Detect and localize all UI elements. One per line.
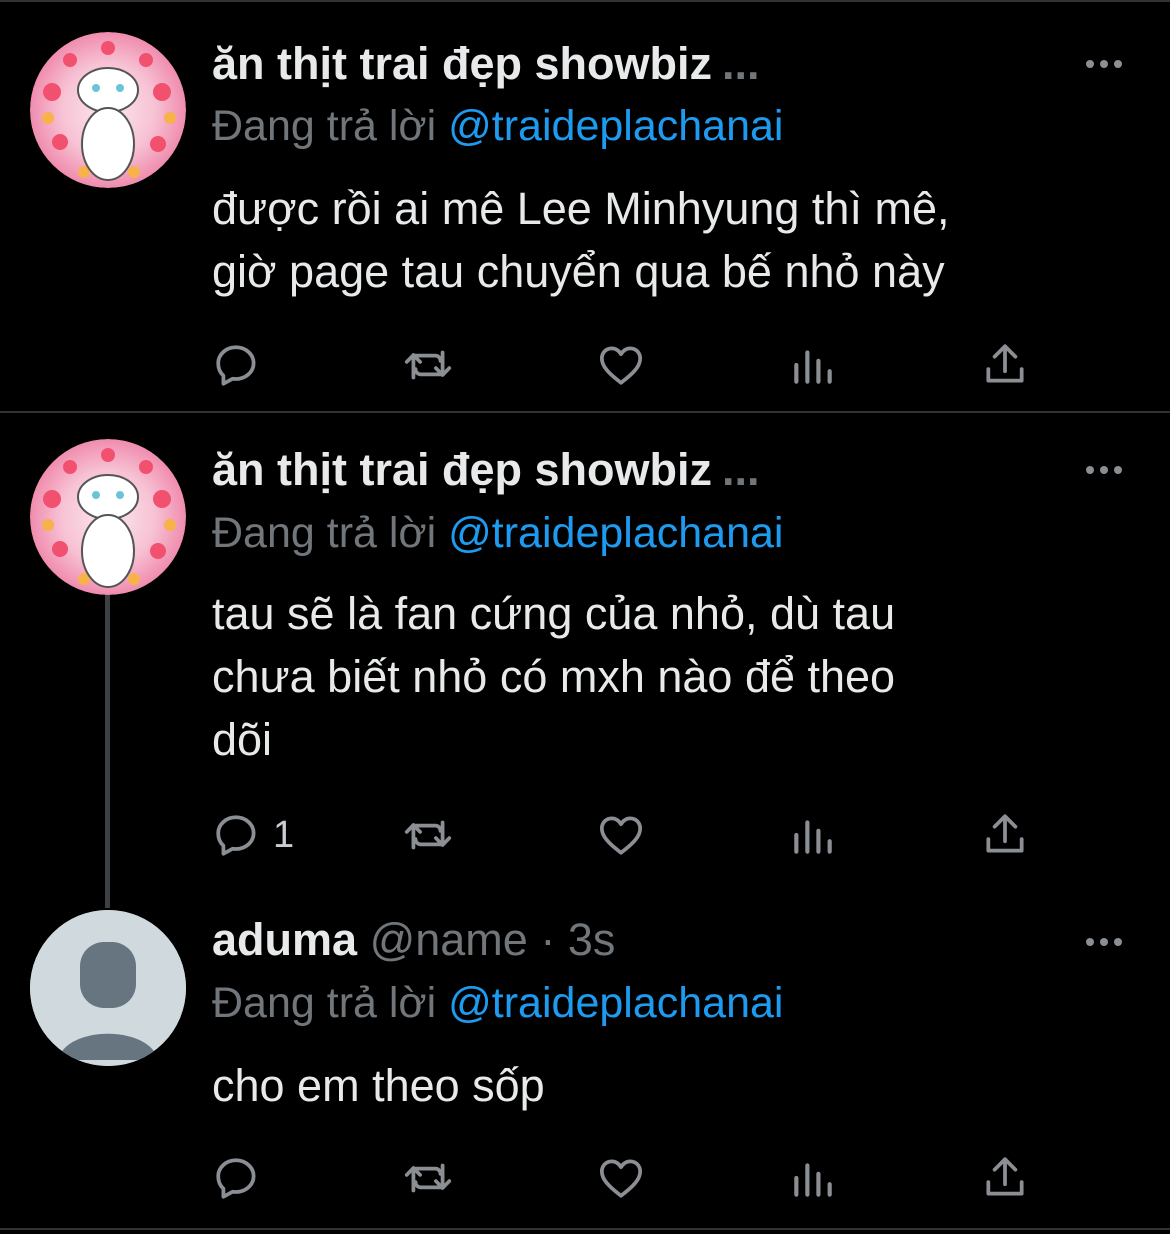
reply-button[interactable] bbox=[213, 1148, 263, 1208]
tweet-text-line: giờ page tau chuyển qua bế nhỏ này bbox=[212, 246, 945, 297]
name-ellipsis: ... bbox=[722, 444, 760, 495]
heart-icon bbox=[599, 1159, 643, 1198]
share-button[interactable] bbox=[980, 805, 1030, 865]
heart-icon bbox=[599, 346, 643, 385]
retweet-button[interactable] bbox=[403, 1148, 453, 1208]
reply-prefix: Đang trả lời bbox=[212, 509, 437, 557]
share-icon bbox=[986, 1157, 1024, 1196]
avatar[interactable] bbox=[30, 439, 186, 595]
reply-mention-link[interactable]: @traideplachanai bbox=[448, 979, 783, 1027]
analytics-button[interactable] bbox=[788, 1148, 838, 1208]
more-icon[interactable] bbox=[1086, 932, 1126, 952]
action-bar bbox=[0, 1148, 1170, 1208]
tweet-3[interactable]: aduma @name · 3s Đang trả lời @traidepla… bbox=[0, 884, 1170, 1228]
tweet-header: ăn thịt trai đẹp showbiz... bbox=[212, 36, 760, 92]
reply-count: 1 bbox=[273, 813, 295, 856]
like-button[interactable] bbox=[596, 805, 646, 865]
tweet-text: cho em theo sốp bbox=[212, 1054, 1132, 1117]
timestamp[interactable]: 3s bbox=[568, 914, 616, 965]
user-handle[interactable]: @name bbox=[370, 914, 528, 965]
avatar[interactable] bbox=[30, 32, 186, 188]
retweet-button[interactable] bbox=[403, 805, 453, 865]
name-ellipsis: ... bbox=[722, 38, 760, 89]
avatar-image bbox=[30, 439, 186, 595]
retweet-icon bbox=[404, 1163, 452, 1193]
reply-prefix: Đang trả lời bbox=[212, 102, 437, 150]
tweet-text-line: dõi bbox=[212, 714, 273, 765]
action-bar: 1 bbox=[0, 805, 1170, 865]
reply-mention-link[interactable]: @traideplachanai bbox=[448, 509, 783, 557]
tweet-text: được rồi ai mê Lee Minhyung thì mê, giờ … bbox=[212, 177, 1132, 303]
analytics-icon bbox=[794, 350, 832, 384]
tweet-text-line: tau sẽ là fan cứng của nhỏ, dù tau bbox=[212, 588, 896, 639]
analytics-icon bbox=[794, 1163, 832, 1197]
heart-icon bbox=[599, 816, 643, 855]
reply-button[interactable]: 1 bbox=[213, 805, 294, 865]
share-button[interactable] bbox=[980, 1148, 1030, 1208]
tweet-text-line: chưa biết nhỏ có mxh nào để theo bbox=[212, 651, 896, 702]
replying-to: Đang trả lời @traideplachanai bbox=[212, 98, 783, 154]
separator: · bbox=[540, 914, 556, 965]
avatar-image bbox=[30, 32, 186, 188]
tweet-header: aduma @name · 3s bbox=[212, 912, 615, 968]
tweet-text: tau sẽ là fan cứng của nhỏ, dù tau chưa … bbox=[212, 582, 1132, 771]
like-button[interactable] bbox=[596, 1148, 646, 1208]
divider bbox=[0, 411, 1170, 413]
more-icon[interactable] bbox=[1086, 54, 1126, 74]
display-name[interactable]: aduma bbox=[212, 914, 357, 965]
reply-mention-link[interactable]: @traideplachanai bbox=[448, 102, 783, 150]
avatar[interactable] bbox=[30, 910, 186, 1066]
display-name[interactable]: ăn thịt trai đẹp showbiz bbox=[212, 38, 712, 89]
action-bar bbox=[0, 335, 1170, 395]
divider bbox=[0, 1228, 1170, 1230]
analytics-button[interactable] bbox=[788, 805, 838, 865]
replying-to: Đang trả lời @traideplachanai bbox=[212, 505, 783, 561]
more-icon[interactable] bbox=[1086, 460, 1126, 480]
tweet-header: ăn thịt trai đẹp showbiz... bbox=[212, 442, 760, 498]
retweet-button[interactable] bbox=[403, 335, 453, 395]
share-icon bbox=[986, 344, 1024, 383]
reply-button[interactable] bbox=[213, 335, 263, 395]
share-icon bbox=[986, 814, 1024, 853]
reply-icon bbox=[216, 815, 256, 856]
reply-icon bbox=[216, 1158, 256, 1199]
display-name[interactable]: ăn thịt trai đẹp showbiz bbox=[212, 444, 712, 495]
default-avatar-icon bbox=[30, 910, 186, 1066]
retweet-icon bbox=[404, 350, 452, 380]
tweet-1[interactable]: ăn thịt trai đẹp showbiz... Đang trả lời… bbox=[0, 0, 1170, 412]
reply-icon bbox=[216, 345, 256, 386]
reply-prefix: Đang trả lời bbox=[212, 979, 437, 1027]
replying-to: Đang trả lời @traideplachanai bbox=[212, 975, 783, 1031]
analytics-icon bbox=[794, 820, 832, 854]
tweet-2[interactable]: ăn thịt trai đẹp showbiz... Đang trả lời… bbox=[0, 414, 1170, 908]
tweet-text-line: được rồi ai mê Lee Minhyung thì mê, bbox=[212, 183, 950, 234]
like-button[interactable] bbox=[596, 335, 646, 395]
analytics-button[interactable] bbox=[788, 335, 838, 395]
share-button[interactable] bbox=[980, 335, 1030, 395]
tweet-text-line: cho em theo sốp bbox=[212, 1060, 545, 1111]
retweet-icon bbox=[404, 820, 452, 850]
